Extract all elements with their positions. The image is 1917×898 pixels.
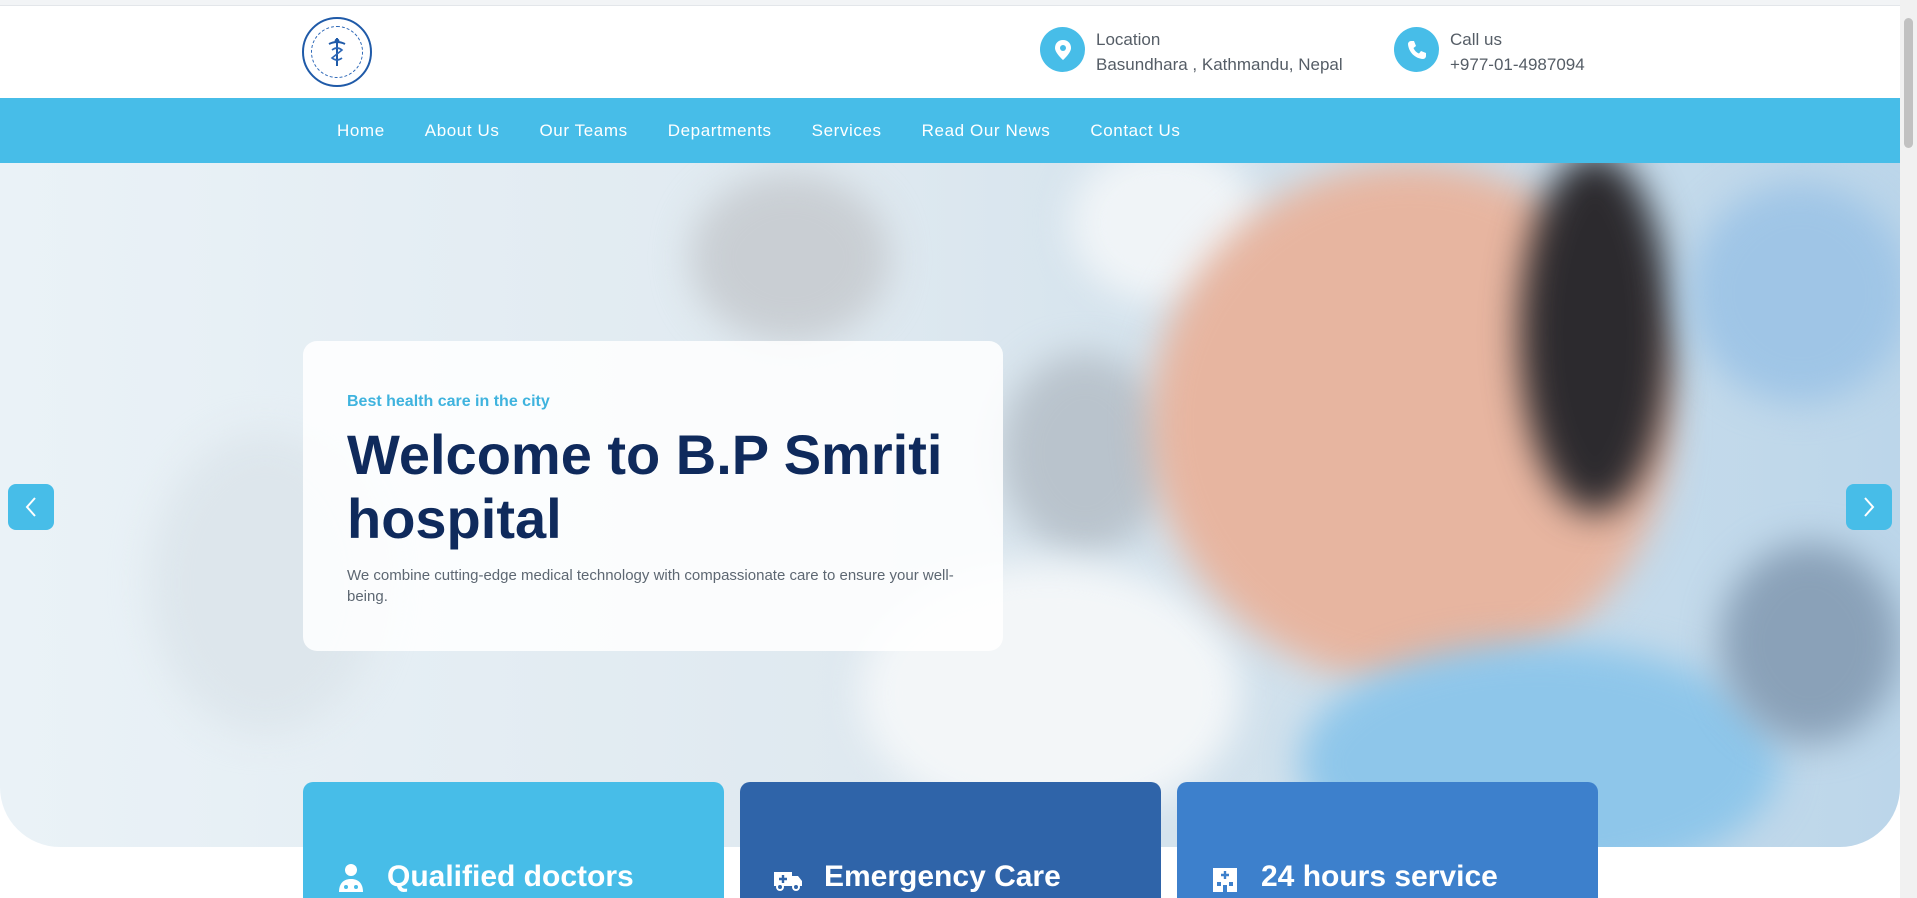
call-info: Call us +977-01-4987094 [1394, 27, 1594, 75]
hero-title: Welcome to B.P Smriti hospital [347, 423, 943, 550]
hero-description: We combine cutting-edge medical technolo… [347, 567, 954, 605]
chevron-right-icon [1864, 497, 1875, 517]
hero-card: Best health care in the city Welcome to … [303, 341, 1003, 651]
page-scrollbar[interactable] [1900, 0, 1917, 898]
nav-list: Home About Us Our Teams Departments Serv… [337, 98, 1220, 163]
feature-title: Qualified doctors [387, 860, 634, 893]
slider-next-button[interactable] [1846, 484, 1892, 530]
hero-slider: Best health care in the city Welcome to … [0, 163, 1900, 847]
ambulance-icon [774, 872, 802, 891]
feature-title: Emergency Care [824, 860, 1061, 893]
chevron-left-icon [25, 497, 36, 517]
slider-prev-button[interactable] [8, 484, 54, 530]
phone-icon[interactable] [1394, 27, 1439, 72]
scrollbar-thumb[interactable] [1904, 18, 1913, 148]
doctor-icon [339, 864, 363, 892]
feature-card-qualified-doctors[interactable]: Qualified doctors [303, 782, 724, 898]
location-pin-icon [1040, 27, 1085, 72]
nav-item-services[interactable]: Services [812, 121, 882, 141]
site-header: Location Basundhara , Kathmandu, Nepal C… [0, 6, 1900, 97]
nav-item-contact-us[interactable]: Contact Us [1090, 121, 1180, 141]
hospital-icon [1213, 868, 1237, 892]
nav-item-home[interactable]: Home [337, 121, 385, 141]
location-info: Location Basundhara , Kathmandu, Nepal [1040, 27, 1360, 75]
location-label: Location [1096, 30, 1161, 49]
nav-item-read-our-news[interactable]: Read Our News [922, 121, 1051, 141]
feature-title: 24 hours service [1261, 860, 1498, 893]
call-label: Call us [1450, 30, 1502, 49]
feature-card-24-hours-service[interactable]: 24 hours service [1177, 782, 1598, 898]
main-nav: Home About Us Our Teams Departments Serv… [0, 98, 1900, 163]
call-value[interactable]: +977-01-4987094 [1450, 55, 1585, 75]
nav-item-our-teams[interactable]: Our Teams [539, 121, 627, 141]
caduceus-icon [328, 38, 346, 66]
hospital-logo[interactable] [302, 17, 372, 87]
nav-item-about-us[interactable]: About Us [425, 121, 500, 141]
hero-kicker: Best health care in the city [347, 393, 550, 410]
nav-item-departments[interactable]: Departments [668, 121, 772, 141]
location-value: Basundhara , Kathmandu, Nepal [1096, 55, 1343, 74]
feature-card-emergency-care[interactable]: Emergency Care [740, 782, 1161, 898]
